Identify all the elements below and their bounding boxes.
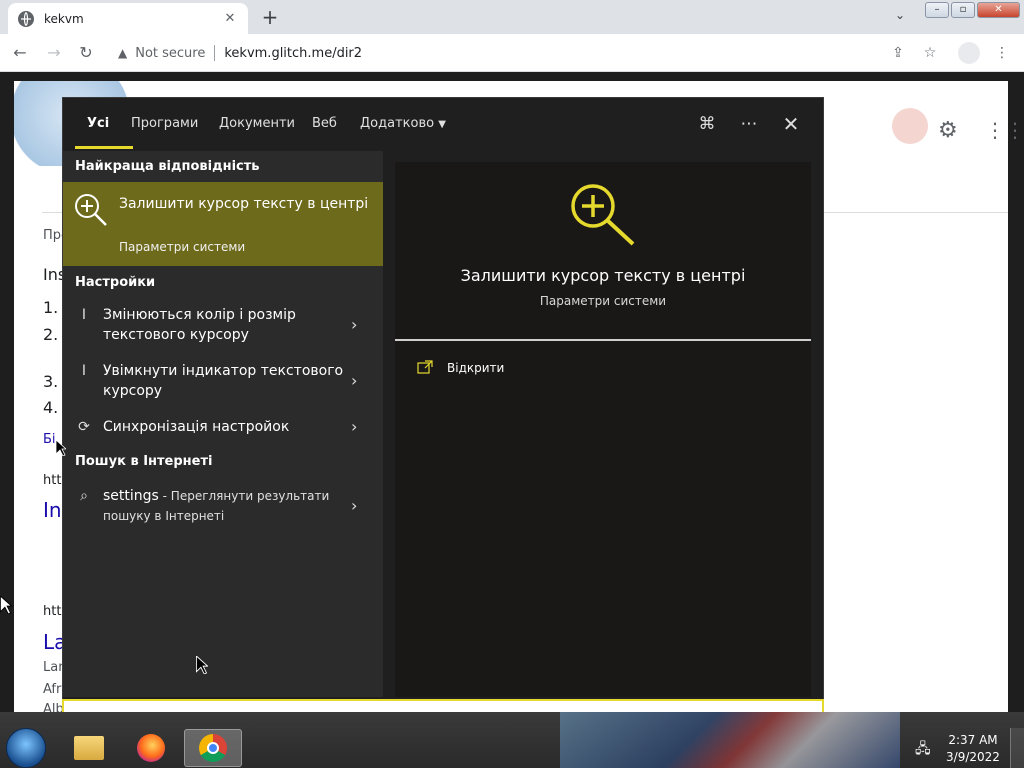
open-action[interactable]: Відкрити xyxy=(447,361,504,375)
close-icon[interactable]: ✕ xyxy=(779,112,803,136)
warning-icon[interactable]: ▲ xyxy=(118,46,127,60)
tab-more[interactable]: Додатково ▼ xyxy=(360,116,446,131)
show-desktop-button[interactable] xyxy=(1010,728,1024,768)
list-item[interactable]: I Увімкнути індикатор текстового курсору… xyxy=(63,361,383,405)
folder-icon xyxy=(74,736,104,760)
browser-tab-strip: kekvm ✕ + ⌄ – ▫ ✕ xyxy=(0,0,1024,34)
chevron-right-icon[interactable]: › xyxy=(351,417,357,436)
mouse-cursor-icon xyxy=(196,656,208,674)
minimize-button[interactable]: – xyxy=(925,2,949,18)
avatar[interactable] xyxy=(892,108,928,144)
page-text: 2. xyxy=(43,325,59,344)
page-text: 4. xyxy=(43,398,59,417)
caret-down-icon: ▼ xyxy=(438,119,446,130)
section-header-best-match: Найкраща відповідність xyxy=(75,159,260,174)
results-pane: Найкраща відповідність Залишити курсор т… xyxy=(63,151,383,697)
network-icon[interactable]: 🖧 xyxy=(915,738,931,762)
security-label[interactable]: Not secure xyxy=(135,46,205,61)
maximize-button[interactable]: ▫ xyxy=(951,2,975,18)
tab-title: kekvm xyxy=(44,11,84,26)
web-search-label: settings - Переглянути результати пошуку… xyxy=(103,486,353,526)
preview-pane: Залишити курсор тексту в центрі Параметр… xyxy=(395,162,811,697)
list-item[interactable]: I Змінюються колір і розмір текстового к… xyxy=(63,305,383,349)
divider xyxy=(395,339,811,341)
share-icon[interactable]: ⇪ xyxy=(886,41,910,65)
browser-tab[interactable]: kekvm ✕ xyxy=(8,3,248,34)
sync-icon: ⟳ xyxy=(78,419,90,435)
taskbar-firefox[interactable] xyxy=(122,729,180,767)
web-search-result[interactable]: ⌕ settings - Переглянути результати пошу… xyxy=(63,486,383,530)
url-text[interactable]: kekvm.glitch.me/dir2 xyxy=(224,46,362,61)
gear-icon[interactable]: ⚙ xyxy=(938,118,958,143)
close-icon[interactable]: ✕ xyxy=(222,11,238,27)
taskbar-explorer[interactable] xyxy=(60,729,118,767)
tab-apps[interactable]: Програми xyxy=(131,116,198,131)
kebab-menu-icon[interactable]: ⋮ xyxy=(990,41,1014,65)
tab-web[interactable]: Веб xyxy=(312,116,337,131)
text-cursor-icon: I xyxy=(81,307,87,323)
browser-toolbar: ← → ↻ ▲ Not secure kekvm.glitch.me/dir2 … xyxy=(0,34,1024,72)
flyout-tab-bar: Усі Програми Документи Веб Додатково ▼ ⌘… xyxy=(63,98,823,150)
text-cursor-icon: I xyxy=(81,363,87,379)
page-text: 3. xyxy=(43,372,59,391)
divider xyxy=(214,45,216,61)
feedback-icon[interactable]: ⌘ xyxy=(695,112,719,136)
tab-documents[interactable]: Документи xyxy=(219,116,295,131)
mouse-cursor-icon xyxy=(0,596,12,614)
profile-avatar-icon[interactable] xyxy=(958,42,980,64)
mouse-cursor-icon xyxy=(56,440,66,456)
clock-time: 2:37 AM xyxy=(948,733,998,747)
address-bar[interactable]: ▲ Not secure kekvm.glitch.me/dir2 xyxy=(108,38,878,68)
firefox-icon xyxy=(137,734,165,762)
active-tab-indicator xyxy=(75,146,133,149)
globe-icon xyxy=(18,10,34,27)
chevron-right-icon[interactable]: › xyxy=(351,496,357,515)
search-input[interactable] xyxy=(62,699,824,712)
preview-title: Залишити курсор тексту в центрі xyxy=(460,266,746,285)
forward-icon[interactable]: → xyxy=(42,41,66,65)
window-controls: – ▫ ✕ xyxy=(925,2,1020,18)
section-header-web: Пошук в Інтернеті xyxy=(75,454,213,469)
best-match-title: Залишити курсор тексту в центрі xyxy=(119,196,369,212)
section-header-settings: Настройки xyxy=(75,275,156,290)
reload-icon[interactable]: ↻ xyxy=(74,41,98,65)
more-options-icon[interactable]: ⋯ xyxy=(737,112,761,136)
search-icon: ⌕ xyxy=(80,488,88,504)
web-search-query: settings xyxy=(103,488,159,504)
taskbar-chrome[interactable] xyxy=(184,729,242,767)
best-match-subtitle: Параметри системи xyxy=(119,240,246,254)
chrome-icon xyxy=(199,734,227,762)
system-clock[interactable]: 2:37 AM 3/9/2022 xyxy=(942,732,1004,766)
list-item-label: Синхронізація настройок xyxy=(103,419,290,435)
wallpaper-strip xyxy=(560,712,900,768)
list-item[interactable]: ⟳ Синхронізація настройок › xyxy=(63,417,383,441)
new-tab-button[interactable]: + xyxy=(257,6,283,30)
magnifier-plus-icon xyxy=(571,184,635,246)
page-link[interactable]: Бі xyxy=(43,432,56,447)
list-item-label: Увімкнути індикатор текстового курсору xyxy=(103,363,344,399)
preview-subtitle: Параметри системи xyxy=(539,294,667,308)
window-close-button[interactable]: ✕ xyxy=(977,2,1020,18)
tab-all[interactable]: Усі xyxy=(87,116,109,131)
page-text: 1. xyxy=(43,298,59,317)
back-icon[interactable]: ← xyxy=(8,41,32,65)
apps-grid-icon[interactable]: ⋮⋮⋮ xyxy=(985,118,1024,142)
list-item-label: Змінюються колір і розмір текстового кур… xyxy=(103,307,296,343)
magnifier-plus-icon xyxy=(75,194,107,226)
start-button[interactable] xyxy=(6,728,46,768)
bookmark-star-icon[interactable]: ☆ xyxy=(918,41,942,65)
tab-more-label: Додатково xyxy=(360,116,435,131)
clock-date: 3/9/2022 xyxy=(946,750,1000,764)
open-icon[interactable] xyxy=(417,360,433,374)
chevron-right-icon[interactable]: › xyxy=(351,371,357,390)
best-match-result[interactable]: Залишити курсор тексту в центрі Параметр… xyxy=(63,182,383,266)
search-flyout: Усі Програми Документи Веб Додатково ▼ ⌘… xyxy=(62,97,824,712)
chevron-down-icon[interactable]: ⌄ xyxy=(890,8,910,26)
chevron-right-icon[interactable]: › xyxy=(351,315,357,334)
